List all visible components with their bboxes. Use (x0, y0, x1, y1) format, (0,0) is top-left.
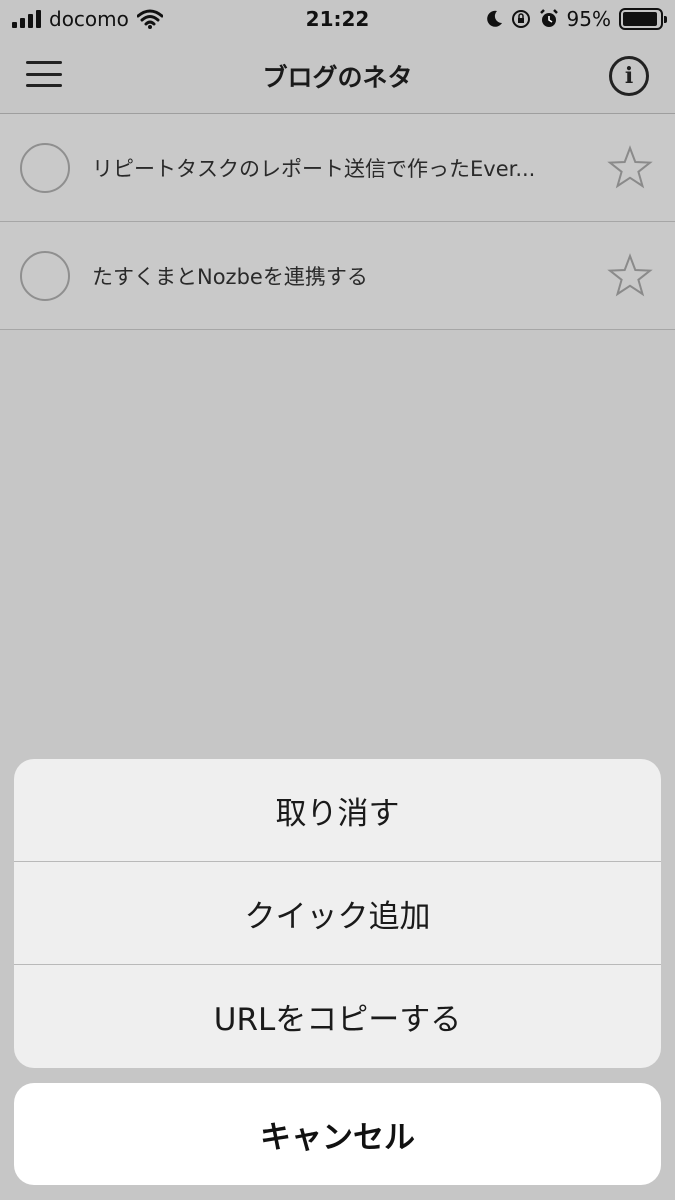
cancel-button[interactable]: キャンセル (14, 1083, 661, 1185)
rotation-lock-icon (511, 10, 530, 28)
task-title: リピートタスクのレポート送信で作ったEver... (92, 156, 536, 181)
action-sheet: 取り消す クイック追加 URLをコピーする (14, 759, 661, 1068)
signal-icon (12, 10, 41, 28)
status-right: 95% (485, 7, 667, 31)
battery-icon (619, 8, 667, 30)
battery-percent: 95% (566, 7, 611, 31)
status-left: docomo (12, 7, 163, 31)
copy-url-button[interactable]: URLをコピーする (14, 965, 661, 1068)
alarm-icon (539, 9, 558, 27)
star-icon[interactable] (607, 252, 653, 299)
star-icon[interactable] (607, 144, 653, 191)
task-list: リピートタスクのレポート送信で作ったEver... たすくまとNozbeを連携す… (0, 114, 675, 330)
carrier-label: docomo (49, 7, 129, 31)
task-row[interactable]: リピートタスクのレポート送信で作ったEver... (0, 114, 675, 222)
page-title: ブログのネタ (262, 62, 413, 92)
task-title: たすくまとNozbeを連携する (92, 264, 368, 289)
hamburger-menu-icon[interactable] (26, 58, 62, 90)
moon-icon (486, 10, 502, 27)
status-bar: docomo 21:22 95% (0, 0, 675, 38)
task-complete-checkbox[interactable] (20, 142, 70, 193)
info-icon[interactable]: i (609, 56, 649, 96)
nav-bar: ブログのネタ i (0, 38, 675, 114)
battery-level (623, 12, 658, 26)
wifi-icon (136, 9, 163, 29)
task-complete-checkbox[interactable] (20, 250, 70, 301)
task-row[interactable]: たすくまとNozbeを連携する (0, 222, 675, 330)
undo-button[interactable]: 取り消す (14, 759, 661, 862)
quick-add-button[interactable]: クイック追加 (14, 862, 661, 965)
